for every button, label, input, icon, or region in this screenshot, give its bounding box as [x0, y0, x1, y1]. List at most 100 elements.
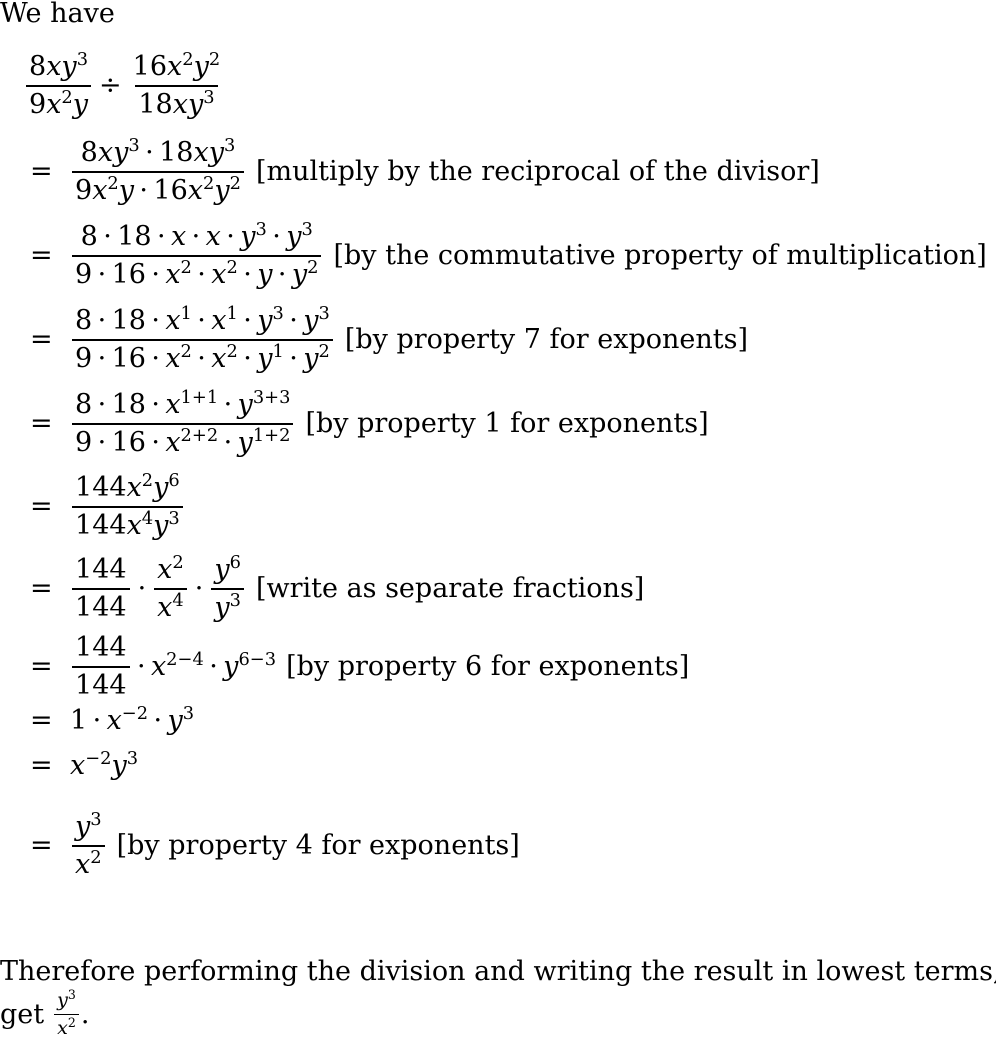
exponent: 2 [172, 552, 184, 574]
expression: x−2y3 [70, 748, 139, 781]
exponent: 2 [229, 172, 241, 194]
numerator: x2 [157, 552, 184, 585]
exponent: 2 [61, 86, 73, 108]
exponent: 2 [67, 1015, 76, 1030]
step-justification: [multiply by the reciprocal of the divis… [255, 156, 820, 188]
result-fraction: y3 x2 [54, 987, 79, 1039]
fraction: 8xy3 9x2y [26, 49, 92, 119]
operator: ÷ [99, 70, 122, 102]
exponent: 1 [226, 303, 238, 325]
exponent: 3 [126, 748, 139, 770]
exponent: 3 [229, 589, 241, 611]
exponent: 4 [141, 507, 154, 529]
derivation-step: = 144 144 · x2 x4 · y6 y3 [write as separate frac… [24, 552, 645, 623]
intro-text: We have [0, 0, 115, 29]
numerator: 8 · 18 · x · x · y3 · y3 [80, 219, 313, 252]
expression: 1 · x−2 · y3 [70, 703, 195, 736]
denominator: 144 [72, 665, 130, 701]
step-justification: [by property 4 for exponents] [116, 830, 520, 862]
exponent: 2 [307, 256, 319, 278]
fraction: 8xy3 · 18xy3 9x2y · 16x2y2 [72, 135, 244, 206]
derivation-step: = 144 144 · x2−4 · y6−3 [by property 6 for … [24, 633, 689, 700]
derivation-step: = 8 · 18 · x1+1 · y3+3 9 · 16 · x2+2 · y1+… [24, 387, 709, 457]
equals-sign: = [30, 573, 53, 605]
operator: · [194, 573, 204, 605]
exponent: 2 [226, 256, 238, 278]
fraction: 144 144 [72, 555, 130, 622]
numerator: 144 [75, 632, 127, 663]
equals-sign: = [30, 651, 53, 683]
equals-sign: = [30, 240, 53, 272]
equals-sign: = [30, 830, 53, 862]
fraction: x2 x4 [154, 552, 187, 623]
conclusion-line-2: get y3 x2 . [0, 987, 90, 1039]
exponent: 2 [141, 470, 154, 492]
step-justification: [by property 7 for exponents] [344, 324, 749, 356]
derivation-step: = y3 x2 [by property 4 for exponents] [24, 809, 520, 880]
fraction: 144x2y6 144x4y3 [72, 470, 183, 541]
equals-sign: = [30, 156, 53, 188]
exponent: 3 [182, 703, 195, 725]
conclusion-period: . [80, 998, 90, 1030]
exponent: 2 [318, 340, 330, 362]
exponent: 2 [182, 49, 194, 71]
numerator: 16x2y2 [132, 49, 221, 82]
denominator: 144x4y3 [72, 505, 183, 541]
numerator: 8 · 18 · x1+1 · y3+3 [75, 387, 291, 420]
derivation-step: = 8 · 18 · x · x · y3 · y3 9 · 16 · x2 · x… [24, 219, 987, 290]
exponent: 3 [318, 303, 330, 325]
exponent: 3 [255, 219, 267, 241]
exponent: 2+2 [180, 424, 219, 446]
result-numerator: y3 [57, 987, 76, 1011]
exponent: 3 [301, 219, 313, 241]
derivation-step: = x−2y3 [24, 750, 138, 781]
exponent: 1 [272, 340, 284, 362]
exponent: −2 [121, 703, 149, 725]
numerator: 144 [75, 554, 127, 585]
operator: · [137, 573, 147, 605]
exponent: 2 [90, 846, 102, 868]
exponent: 3 [168, 507, 180, 529]
exponent: 3 [76, 49, 89, 71]
derivation-step: = 144x2y6 144x4y3 [24, 470, 185, 541]
exponent: 2 [180, 256, 192, 278]
result-denominator: x2 [54, 1013, 79, 1039]
exponent: 2 [208, 49, 221, 71]
numerator: 8 · 18 · x1 · x1 · y3 · y3 [75, 303, 330, 336]
exponent: 3 [67, 987, 76, 1003]
denominator: x2 [72, 844, 105, 880]
exponent: 2 [203, 172, 215, 194]
fraction: 8 · 18 · x1+1 · y3+3 9 · 16 · x2+2 · y1+2 [72, 387, 294, 457]
step-justification: [by property 6 for exponents] [286, 651, 690, 683]
numerator: 144x2y6 [75, 470, 180, 503]
exponent: 2 [107, 172, 119, 194]
numerator: y6 [214, 552, 241, 585]
exponent: 6 [168, 470, 180, 492]
exponent: 3 [128, 135, 140, 157]
exponent: 3 [90, 809, 102, 831]
exponent: 3 [272, 303, 284, 325]
denominator: 9 · 16 · x2 · x2 · y1 · y2 [72, 338, 333, 374]
equals-sign: = [30, 705, 53, 736]
denominator: 9x2y · 16x2y2 [72, 170, 244, 206]
derivation-step: = 1 · x−2 · y3 [24, 705, 194, 736]
exponent: 3 [223, 135, 236, 157]
exponent: 4 [172, 589, 184, 611]
fraction: y3 x2 [72, 809, 105, 880]
fraction: 16x2y2 18xy3 [130, 49, 224, 119]
equals-sign: = [30, 491, 53, 523]
denominator: 9 · 16 · x2 · x2 · y · y2 [72, 254, 322, 290]
numerator: 8xy3 [29, 49, 89, 82]
exponent: 2 [226, 340, 238, 362]
numerator: y3 [75, 809, 102, 842]
fraction: y6 y3 [211, 552, 244, 622]
exponent: 1+1 [180, 387, 219, 409]
exponent: 3 [203, 86, 215, 108]
equals-sign: = [30, 408, 53, 440]
denominator: x4 [154, 587, 187, 623]
exponent: 6 [229, 552, 241, 574]
step-justification: [write as separate fractions] [255, 573, 645, 605]
numerator: 8xy3 · 18xy3 [80, 135, 236, 168]
exponent: 3+3 [252, 387, 291, 409]
exponent: 1+2 [252, 424, 291, 446]
